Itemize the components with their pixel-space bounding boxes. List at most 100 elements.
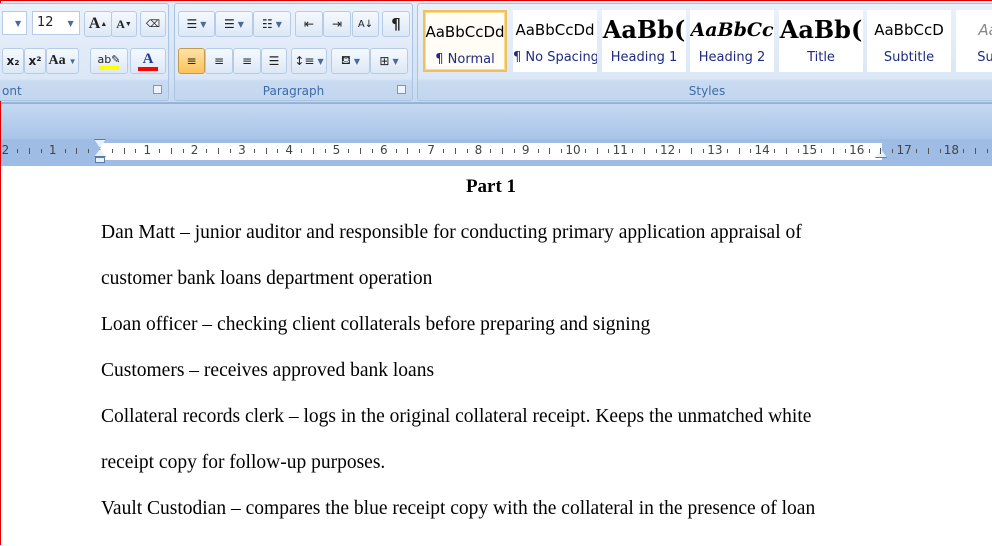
show-marks-button[interactable]: ¶ — [382, 11, 410, 37]
sort-az-icon: A↓ — [357, 18, 374, 30]
ruler-tick — [750, 149, 752, 153]
ruler-tick — [442, 149, 444, 153]
highlighter-icon: ab✎ — [97, 52, 121, 66]
align-center-button[interactable]: ≡ — [205, 48, 233, 74]
ruler-tick — [419, 149, 421, 153]
document-line: customer bank loans department operation — [101, 268, 433, 289]
multilevel-list-button[interactable]: ☷ ▼ — [253, 11, 291, 37]
sort-button[interactable]: A↓ — [352, 11, 379, 37]
shading-button[interactable]: ⛾ ▼ — [331, 48, 370, 74]
style-item[interactable]: AaBb(Heading 1 — [602, 10, 686, 72]
ruler-tick — [466, 149, 468, 153]
ruler-tick — [29, 148, 31, 154]
document-heading: Part 1 — [465, 176, 517, 197]
change-case-button[interactable]: Aa ▼ — [46, 48, 79, 74]
ruler-number: 2 — [1, 143, 10, 157]
font-color-swatch — [138, 66, 158, 71]
superscript-button[interactable]: x² — [24, 48, 46, 74]
ruler-tick — [691, 148, 693, 154]
ruler-tick — [738, 148, 740, 154]
justify-button[interactable]: ☰ — [261, 48, 287, 74]
paragraph-dialog-launcher[interactable] — [397, 85, 406, 94]
ruler-tick — [301, 149, 303, 153]
ruler-tick — [608, 149, 610, 153]
ruler-tick — [265, 148, 267, 154]
align-left-icon: ≡ — [186, 54, 197, 68]
ruler-tick — [182, 149, 184, 153]
bullets-button[interactable]: ☰ ▼ — [178, 11, 215, 37]
styles-group-label: Styles — [688, 84, 726, 98]
ruler-tick — [785, 148, 787, 154]
highlight-button[interactable]: ab✎ — [90, 48, 128, 74]
shrink-font-icon: A — [116, 16, 125, 31]
document-page[interactable]: Part 1 Dan Matt – junior auditor and res… — [1, 166, 992, 546]
style-item[interactable]: AaBbCcD Subtitle — [867, 10, 951, 72]
style-name: Heading 1 — [610, 50, 678, 65]
font-group-label: ont — [2, 84, 22, 98]
style-item[interactable]: AaBbCc Heading 2 — [690, 10, 774, 72]
ruler-number: 5 — [332, 143, 341, 157]
ruler-tick — [123, 148, 125, 154]
style-item[interactable]: AaBb Subtle — [956, 10, 992, 72]
ruler-tick — [679, 149, 681, 153]
ruler-tick — [17, 149, 19, 153]
ruler-number: 17 — [896, 143, 912, 157]
style-name: ¶ No Spacing — [513, 50, 597, 65]
borders-button[interactable]: ⊞ ▼ — [370, 48, 408, 74]
style-sample: AaBbCc — [690, 19, 774, 41]
ruler-tick — [584, 149, 586, 153]
font-group: ▼ 12 ▼ A ▲ A ▼ ⌫ x₂ x² Aa ▼ ab✎ A ont — [0, 3, 169, 101]
ruler-tick — [655, 149, 657, 153]
ruler-tick — [774, 149, 776, 153]
ruler-tick — [218, 148, 220, 154]
font-size-combo[interactable]: 12 ▼ — [32, 11, 80, 35]
ruler-tick — [892, 149, 894, 153]
document-line: Dan Matt – junior auditor and responsibl… — [101, 222, 802, 243]
multilevel-list-icon: ☷ — [262, 17, 273, 31]
paragraph-group-label: Paragraph — [262, 84, 325, 98]
style-sample: AaBbCcD — [874, 21, 944, 39]
numbering-button[interactable]: ☰ ▼ — [215, 11, 253, 37]
ruler-number: 6 — [379, 143, 388, 157]
font-dialog-launcher[interactable] — [153, 85, 162, 94]
style-sample: AaBb( — [779, 15, 863, 44]
style-sample: AaBb — [978, 21, 992, 39]
font-color-button[interactable]: A — [130, 48, 166, 74]
decrease-indent-button[interactable]: ⇤ — [295, 11, 323, 37]
ruler-tick — [135, 149, 137, 153]
style-item[interactable]: AaBb(Title — [779, 10, 863, 72]
increase-indent-button[interactable]: ⇥ — [323, 11, 351, 37]
ruler-tick — [88, 149, 90, 153]
justify-icon: ☰ — [268, 54, 280, 68]
align-center-icon: ≡ — [213, 54, 225, 68]
shrink-font-button[interactable]: A ▼ — [111, 11, 137, 37]
paragraph-group: ☰ ▼ ☰ ▼ ☷ ▼ ⇤ ⇥ A↓ ¶ ≡ ≡ ≡ ☰ ↕≡ ▼ ⛾ ▼ ⊞ ▼ Para… — [174, 3, 413, 101]
align-left-button[interactable]: ≡ — [178, 48, 205, 74]
ruler-tick — [963, 149, 965, 153]
decrease-indent-icon: ⇤ — [303, 17, 315, 31]
clear-formatting-button[interactable]: ⌫ — [140, 11, 166, 37]
document-line: Collateral records clerk – logs in the o… — [101, 406, 812, 427]
subscript-button[interactable]: x₂ — [2, 48, 24, 74]
ribbon: ▼ 12 ▼ A ▲ A ▼ ⌫ x₂ x² Aa ▼ ab✎ A ont ☰ ▼ ☰ ▼ … — [0, 1, 992, 103]
style-item[interactable]: AaBbCcDd ¶ Normal — [423, 10, 507, 72]
ruler-number: 1 — [48, 143, 57, 157]
font-name-combo[interactable]: ▼ — [2, 11, 27, 35]
left-indent-marker[interactable] — [95, 157, 105, 163]
horizontal-ruler[interactable]: 2 1 1 2 3 4 5 6 7 8 9 10 11 12 13 14 15 16 17 18 — [1, 139, 992, 166]
grow-font-button[interactable]: A ▲ — [84, 11, 112, 37]
align-right-button[interactable]: ≡ — [233, 48, 261, 74]
ruler-tick — [549, 148, 551, 154]
document-line: Loan officer – checking client collatera… — [101, 314, 651, 335]
ruler-tick — [513, 149, 515, 153]
ruler-tick — [561, 149, 563, 153]
ruler-tick — [395, 149, 397, 153]
font-size-value: 12 — [37, 15, 54, 30]
ruler-tick — [170, 148, 172, 154]
ruler-tick — [348, 149, 350, 153]
pilcrow-icon: ¶ — [391, 15, 401, 33]
style-item[interactable]: AaBbCcDd ¶ No Spacing — [513, 10, 597, 72]
ruler-number: 2 — [190, 143, 199, 157]
line-spacing-button[interactable]: ↕≡ ▼ — [291, 48, 327, 74]
ruler-tick — [490, 149, 492, 153]
